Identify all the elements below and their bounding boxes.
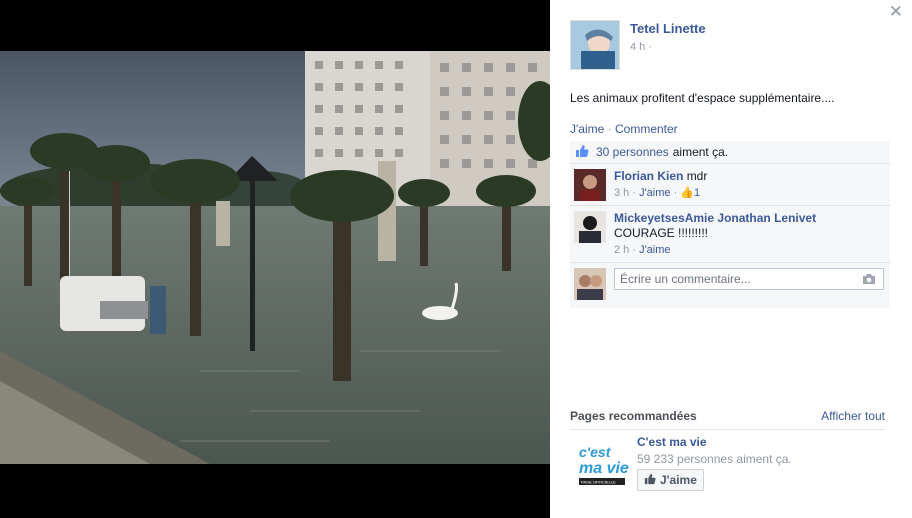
comment-composer <box>570 263 890 308</box>
page-logo-image: c'est ma vie PAGE OFFICIELLE <box>576 435 632 491</box>
comment-time[interactable]: 3 h <box>614 187 629 199</box>
comment-author[interactable]: Florian Kien <box>614 169 683 183</box>
thumbs-up-icon <box>575 144 589 161</box>
post-timestamp[interactable]: 4 h · <box>630 41 706 53</box>
thumbs-up-icon <box>644 473 656 488</box>
comment-text: mdr <box>686 169 708 183</box>
action-separator: · <box>604 122 615 136</box>
comment-input[interactable] <box>620 272 850 286</box>
svg-text:ma vie: ma vie <box>579 460 629 477</box>
svg-text:PAGE OFFICIELLE: PAGE OFFICIELLE <box>581 480 616 485</box>
post-actions: J'aime · Commenter <box>570 122 678 136</box>
page-name[interactable]: C'est ma vie <box>637 435 792 449</box>
recommended-pages-header: Pages recommandées Afficher tout <box>570 409 885 430</box>
comment-like-count[interactable]: 👍1 <box>680 187 700 199</box>
camera-icon[interactable] <box>862 273 876 288</box>
page-logo[interactable]: c'est ma vie PAGE OFFICIELLE <box>576 435 632 491</box>
thumbs-up-icon: 👍 <box>680 187 695 199</box>
likes-count-link[interactable]: 30 personnes <box>596 145 669 159</box>
likes-count-text: aiment ça. <box>672 145 729 159</box>
post-caption: Les animaux profitent d'espace supplémen… <box>570 91 835 105</box>
comment-text: COURAGE !!!!!!!!! <box>614 226 709 240</box>
comment-item: Florian Kien mdr 3 h · J'aime · 👍1 <box>570 164 890 206</box>
viewer-avatar <box>574 268 606 300</box>
comment-link[interactable]: Commenter <box>615 122 678 136</box>
see-all-link[interactable]: Afficher tout <box>821 409 885 423</box>
commenter-avatar[interactable] <box>574 169 606 201</box>
post-side-panel: ✕ Tetel Linette 4 h · Les animaux profit… <box>550 0 912 518</box>
comment-input-box[interactable] <box>614 268 884 290</box>
post-author: Tetel Linette 4 h · <box>570 20 706 70</box>
photo-stage <box>0 0 550 518</box>
recommended-pages-title: Pages recommandées <box>570 409 697 423</box>
comment-like-link[interactable]: J'aime <box>639 244 670 256</box>
comment-like-number: 1 <box>694 187 701 199</box>
comment-item: MickeyetsesAmie Jonathan Lenivet COURAGE… <box>570 206 890 263</box>
page-fan-count: 59 233 personnes aiment ça. <box>637 452 792 466</box>
author-avatar[interactable] <box>570 20 620 70</box>
svg-text:c'est: c'est <box>579 444 612 460</box>
author-name[interactable]: Tetel Linette <box>630 21 706 36</box>
close-icon[interactable]: ✕ <box>889 3 903 20</box>
page-like-label: J'aime <box>660 473 697 487</box>
comment-like-link[interactable]: J'aime <box>639 187 670 199</box>
likes-summary: 30 personnes aiment ça. <box>570 141 890 164</box>
author-avatar-image <box>571 21 619 69</box>
comment-time[interactable]: 2 h <box>614 244 629 256</box>
commenter-avatar[interactable] <box>574 211 606 243</box>
comment-author[interactable]: MickeyetsesAmie Jonathan Lenivet <box>614 211 816 226</box>
like-link[interactable]: J'aime <box>570 122 604 136</box>
flood-scene-image <box>0 51 550 464</box>
comment-meta: 3 h · J'aime · 👍1 <box>614 187 701 199</box>
page-like-button[interactable]: J'aime <box>637 469 704 491</box>
recommended-page-card: c'est ma vie PAGE OFFICIELLE C'est ma vi… <box>576 435 792 491</box>
post-photo[interactable] <box>0 51 550 464</box>
feedback-box: 30 personnes aiment ça. Florian Kien mdr… <box>570 141 890 308</box>
comment-meta: 2 h · J'aime <box>614 244 671 256</box>
